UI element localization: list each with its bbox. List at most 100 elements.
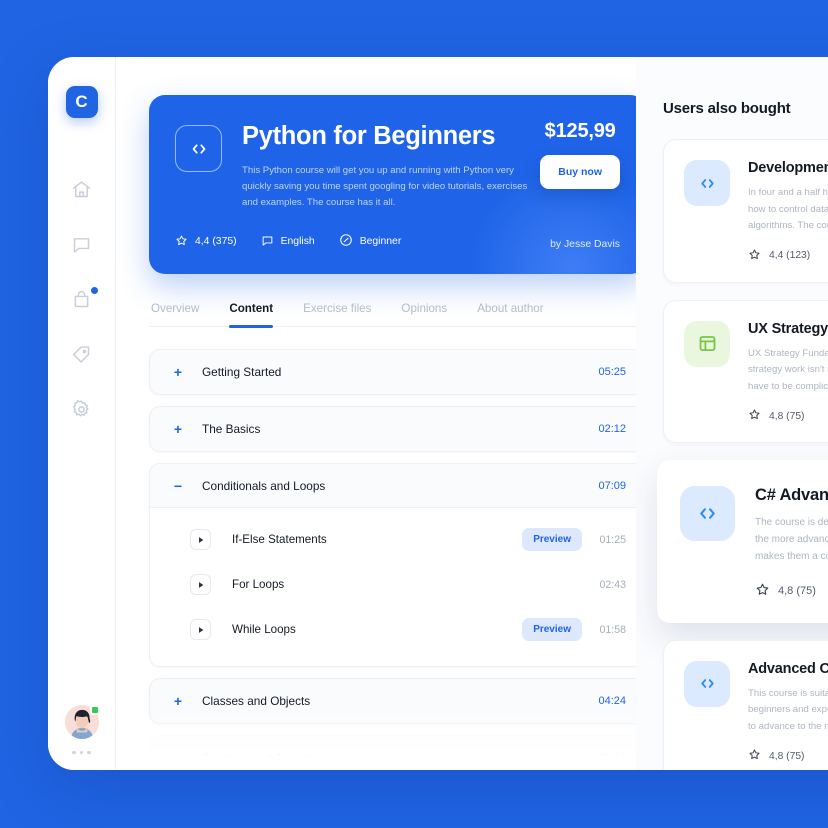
expand-plus-icon: + <box>173 421 183 438</box>
cart-badge-dot <box>90 287 98 294</box>
code-icon <box>684 160 730 206</box>
card-rating-label: 4,8 (75) <box>778 584 816 597</box>
card-description: UX Strategy Fundamentals shows that stra… <box>748 346 828 396</box>
card-rating-label: 4,8 (75) <box>769 410 805 422</box>
accordion-header[interactable]: + Getting Started 05:25 <box>150 350 636 394</box>
recommendations-panel: Users also bought Development In four an… <box>636 57 828 770</box>
tab-overview[interactable]: Overview <box>151 302 199 326</box>
tag-icon <box>71 344 92 365</box>
meta-rating-label: 4,4 (375) <box>195 236 237 248</box>
tab-exercise-files[interactable]: Exercise files <box>303 302 371 326</box>
card-rating: 4,8 (75) <box>748 408 828 424</box>
section-duration: 05:25 <box>598 366 626 379</box>
lesson-title: If-Else Statements <box>232 533 327 547</box>
dot <box>87 750 91 754</box>
collapse-minus-icon: − <box>173 477 183 494</box>
section-duration: 04:24 <box>598 695 626 708</box>
card-rating: 4,4 (123) <box>748 248 828 264</box>
lesson-duration: 01:25 <box>599 533 626 546</box>
section-title: Getting Started <box>202 365 282 380</box>
card-rating: 4,8 (75) <box>748 748 828 764</box>
course-author: by Jesse Davis <box>550 239 620 251</box>
course-description: This Python course will get you up and r… <box>242 165 528 209</box>
tab-about-author[interactable]: About author <box>477 302 543 326</box>
recommendation-card-active[interactable]: C# Advanced The course is designed for t… <box>657 460 828 623</box>
section-duration: 02:12 <box>598 423 626 436</box>
card-description-line: to advance to the next level quickly. <box>748 720 828 732</box>
card-description: This course is suitable both for beginne… <box>748 686 828 736</box>
main-content: Python for Beginners This Python course … <box>116 57 636 770</box>
accordion-header[interactable]: + Classes and Objects 04:24 <box>150 679 636 723</box>
star-icon <box>748 748 761 764</box>
accordion-header[interactable]: + The Basics 02:12 <box>150 407 636 451</box>
code-icon <box>684 660 730 707</box>
star-icon <box>175 234 188 250</box>
lesson-row[interactable]: While Loops Preview 01:58 <box>172 607 626 652</box>
recommendation-card-list: Development In four and a half hours you… <box>657 139 828 770</box>
preview-badge[interactable]: Preview <box>522 528 582 552</box>
meta-level-label: Beginner <box>359 236 402 248</box>
rail-bottom <box>48 704 115 754</box>
card-description-line: strategy work isn't magic and doesn't <box>748 364 828 375</box>
card-title: C# Advanced <box>755 486 828 504</box>
chat-icon <box>71 234 92 255</box>
card-description-line: UX Strategy Fundamentals shows that <box>748 347 828 359</box>
star-icon <box>748 248 761 264</box>
layout-icon <box>684 320 730 367</box>
panel-title: Users also bought <box>663 100 791 117</box>
expand-plus-icon: + <box>173 364 183 381</box>
nav-item-cart[interactable] <box>69 286 98 312</box>
meta-level: Beginner <box>339 233 402 250</box>
dot <box>72 750 76 754</box>
recommendation-card[interactable]: Development In four and a half hours you… <box>663 139 828 283</box>
play-icon[interactable] <box>190 619 211 641</box>
nav-item-settings[interactable] <box>69 396 95 422</box>
section-duration: 07:09 <box>598 479 626 492</box>
card-description-line: In four and a half hours you will learn <box>748 187 828 198</box>
avatar[interactable] <box>64 704 100 739</box>
card-description-line: The course is designed for those who <box>755 517 828 528</box>
lesson-row[interactable]: For Loops 02:43 <box>172 562 626 607</box>
home-icon <box>71 179 92 200</box>
nav-item-home[interactable] <box>69 176 95 202</box>
card-description-line: beginners and experienced who want <box>748 704 828 716</box>
nav-item-messages[interactable] <box>69 231 95 257</box>
play-icon[interactable] <box>190 574 211 596</box>
online-status-dot <box>89 704 100 715</box>
app-logo[interactable]: C <box>65 86 98 118</box>
lesson-row[interactable]: If-Else Statements Preview 01:25 <box>172 517 626 562</box>
card-description-line: algorithms. The course is for everyone. <box>748 220 828 231</box>
section-title: The Basics <box>202 422 261 437</box>
nav-item-offers[interactable] <box>69 341 95 367</box>
card-title: Development <box>748 160 828 176</box>
section-title: Graphics and Animatons <box>202 751 331 766</box>
accordion-header[interactable]: − Conditionals and Loops 07:09 <box>150 464 636 509</box>
card-description: In four and a half hours you will learn … <box>748 185 828 235</box>
preview-badge[interactable]: Preview <box>522 618 582 642</box>
price-block: $125,99 Buy now <box>540 120 620 189</box>
course-price: $125,99 <box>544 120 616 142</box>
screen: C Python for Beginners This Python cours… <box>0 0 828 828</box>
section-title: Conditionals and Loops <box>202 478 326 493</box>
buy-now-button[interactable]: Buy now <box>540 155 620 189</box>
recommendation-card[interactable]: UX Strategy UX Strategy Fundamentals sho… <box>663 299 828 443</box>
tab-opinions[interactable]: Opinions <box>401 302 447 326</box>
more-options-button[interactable] <box>72 750 91 754</box>
section-duration: 06:15 <box>598 752 626 765</box>
card-title: UX Strategy <box>748 320 828 337</box>
code-icon <box>175 125 222 172</box>
meta-language: English <box>261 234 315 250</box>
card-body: Advanced CSS This course is suitable bot… <box>748 661 828 765</box>
star-icon <box>748 408 761 424</box>
lesson-title: While Loops <box>232 623 296 637</box>
chat-bubble-icon <box>261 234 274 250</box>
card-rating-label: 4,4 (123) <box>769 250 811 261</box>
card-rating: 4,8 (75) <box>755 582 828 600</box>
card-description-line: have to be complicated to be effective. <box>748 380 828 392</box>
lesson-duration: 01:58 <box>599 623 626 636</box>
play-icon[interactable] <box>190 529 211 551</box>
recommendation-card[interactable]: Advanced CSS This course is suitable bot… <box>663 639 828 770</box>
tab-content[interactable]: Content <box>229 302 273 328</box>
accordion-header[interactable]: + Graphics and Animatons 06:15 <box>150 736 636 770</box>
accordion-section: + The Basics 02:12 <box>149 406 636 453</box>
